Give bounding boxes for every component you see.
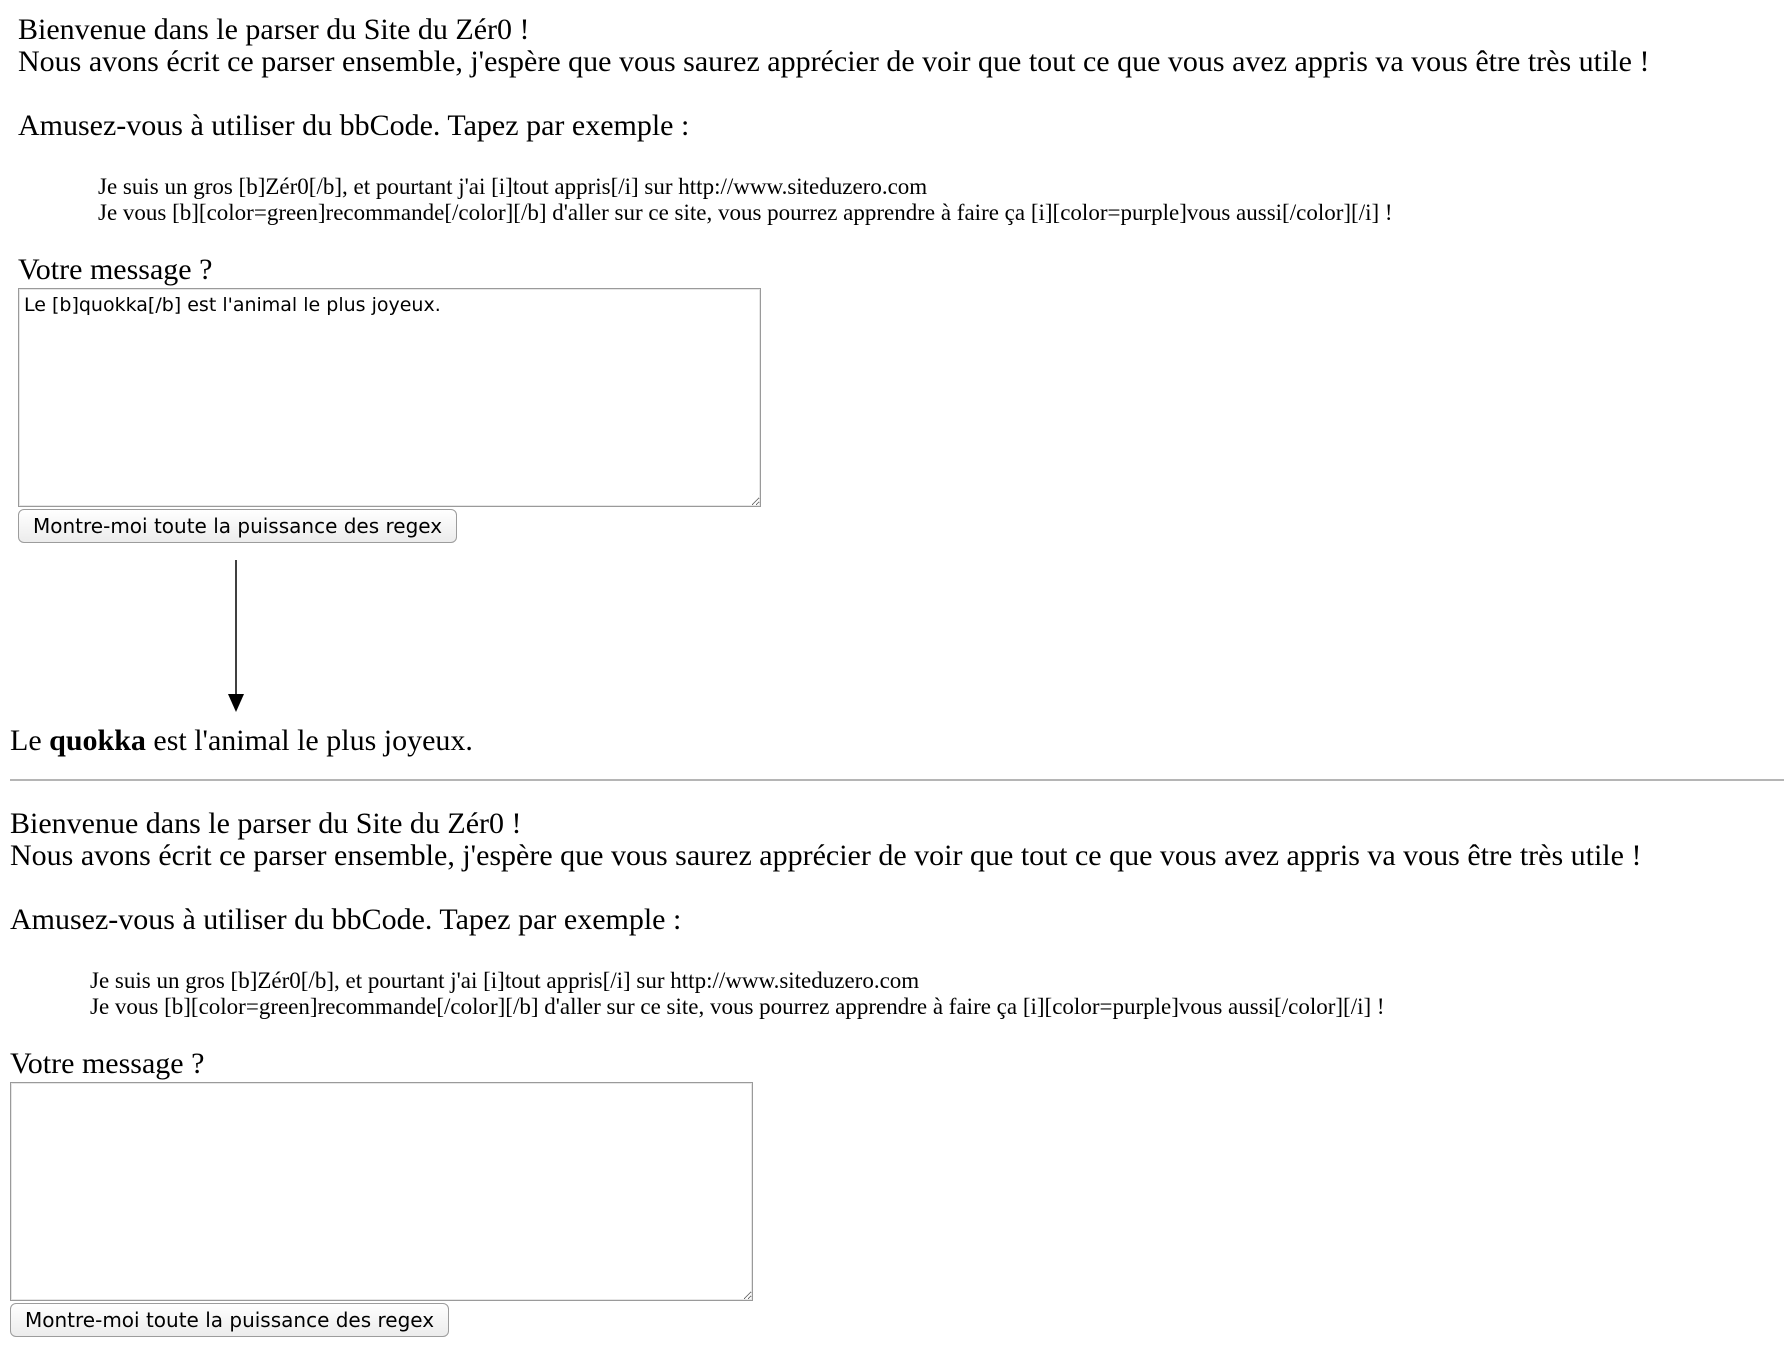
top-parser-form: Bienvenue dans le parser du Site du Zér0… [18,14,1778,543]
bbcode-prompt: Amusez-vous à utiliser du bbCode. Tapez … [18,109,690,142]
message-label: Votre message ? [18,253,213,286]
submit-button[interactable]: Montre-moi toute la puissance des regex [10,1303,450,1337]
parsed-output: Le quokka est l'animal le plus joyeux. [10,724,473,758]
bbcode-example: Je suis un gros [b]Zér0[/b], et pourtant… [90,968,1770,1020]
message-label: Votre message ? [10,1047,205,1080]
intro-text: Bienvenue dans le parser du Site du Zér0… [18,14,1778,78]
example-line-1: Je suis un gros [b]Zér0[/b], et pourtant… [90,968,920,993]
down-arrow-icon [228,560,244,712]
intro-line-welcome: Bienvenue dans le parser du Site du Zér0… [10,807,522,840]
output-text-before: Le [10,724,50,757]
output-bold-text: quokka [49,724,146,757]
example-line-2: Je vous [b][color=green]recommande[/colo… [98,200,1393,225]
submit-button[interactable]: Montre-moi toute la puissance des regex [18,509,458,543]
output-text-after: est l'animal le plus joyeux. [145,724,473,757]
intro-line-description: Nous avons écrit ce parser ensemble, j'e… [10,839,1642,872]
intro-line-description: Nous avons écrit ce parser ensemble, j'e… [18,45,1650,78]
horizontal-divider [10,779,1784,781]
message-textarea[interactable]: Le [b]quokka[/b] est l'animal le plus jo… [18,288,761,507]
bbcode-prompt: Amusez-vous à utiliser du bbCode. Tapez … [10,903,682,936]
intro-line-welcome: Bienvenue dans le parser du Site du Zér0… [18,13,530,46]
example-line-1: Je suis un gros [b]Zér0[/b], et pourtant… [98,174,928,199]
bbcode-example: Je suis un gros [b]Zér0[/b], et pourtant… [98,174,1778,226]
bottom-parser-form: Bienvenue dans le parser du Site du Zér0… [10,808,1770,1337]
intro-text: Bienvenue dans le parser du Site du Zér0… [10,808,1770,872]
example-line-2: Je vous [b][color=green]recommande[/colo… [90,994,1385,1019]
message-textarea[interactable] [10,1082,753,1301]
